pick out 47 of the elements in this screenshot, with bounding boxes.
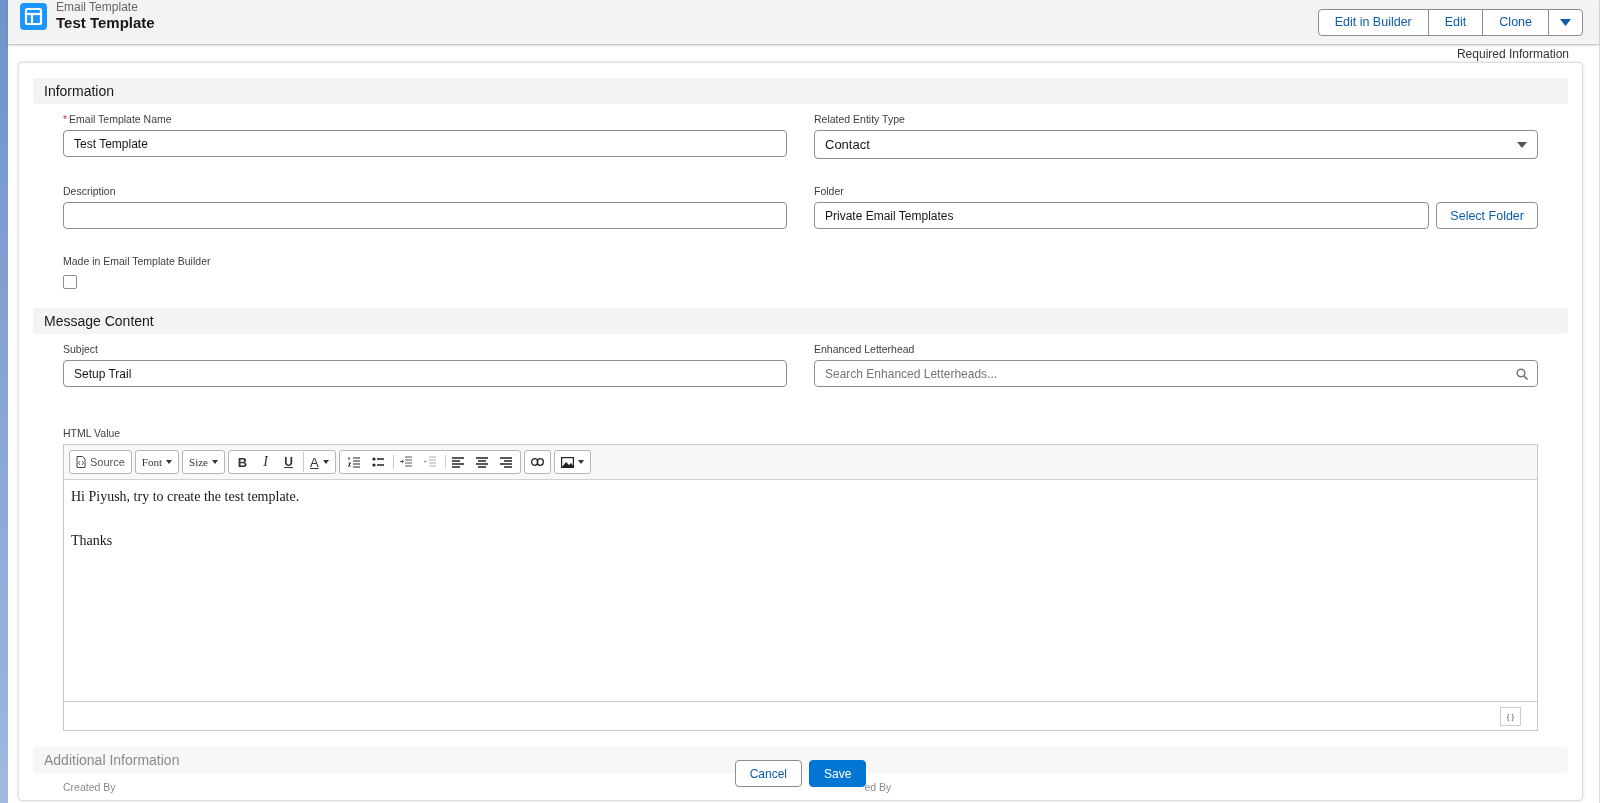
italic-button[interactable]: I <box>254 452 277 472</box>
select-folder-button[interactable]: Select Folder <box>1436 202 1538 229</box>
field-label: Made in Email Template Builder <box>63 255 212 267</box>
more-actions-button[interactable] <box>1548 8 1583 36</box>
caret-icon <box>166 460 173 464</box>
field-label: ed By <box>864 781 892 793</box>
input-field[interactable]: Private Email Templates <box>814 202 1430 229</box>
merge-field-button[interactable]: { } <box>1500 706 1521 726</box>
caret-icon <box>212 460 218 464</box>
search-icon <box>1516 368 1528 380</box>
section-header: Information <box>33 78 1568 104</box>
checkbox[interactable] <box>63 275 77 289</box>
caret-icon <box>577 460 584 464</box>
bold-button[interactable]: B <box>231 452 254 472</box>
body-text: Hi Piyush, try to create the test template. <box>71 488 301 506</box>
document-icon <box>76 456 86 468</box>
input-field[interactable] <box>63 202 787 229</box>
field-label: Subject <box>63 343 100 355</box>
field-label: Folder <box>814 185 845 197</box>
search-field[interactable]: Search Enhanced Letterheads... <box>814 360 1538 387</box>
link-icon <box>530 458 544 466</box>
record-title: Test Template <box>56 14 155 32</box>
field-label: * Email Template Name <box>63 113 173 125</box>
template-icon <box>20 3 47 30</box>
text-color-button[interactable]: A <box>303 452 333 472</box>
action-button[interactable]: Edit in Builder <box>1317 8 1429 36</box>
save-button[interactable]: Save <box>809 760 867 787</box>
action-button[interactable]: Edit <box>1427 8 1484 36</box>
field-label: HTML Value <box>63 427 122 439</box>
caret-icon <box>1560 19 1571 26</box>
caret-icon <box>322 460 329 464</box>
caret-icon <box>1517 141 1527 148</box>
section-header: Message Content <box>33 308 1568 334</box>
input-field[interactable]: Test Template <box>63 130 787 157</box>
field-label: Enhanced Letterhead <box>814 343 916 355</box>
input-field[interactable]: Setup Trail <box>63 360 787 387</box>
required-note: Required Information <box>1456 47 1569 61</box>
action-button[interactable]: Clone <box>1482 8 1549 36</box>
object-type: Email Template <box>56 1 139 14</box>
field-label: Description <box>63 185 117 197</box>
field-label: Related Entity Type <box>814 113 906 125</box>
underline-button[interactable]: U <box>277 452 300 472</box>
image-icon <box>560 456 574 468</box>
body-text: Thanks <box>71 532 114 550</box>
rich-text-editor[interactable]: Source Font Size B I U A Hi Piyush, try to create the test template. Thanks { } <box>63 444 1538 731</box>
field-label: Created By <box>63 781 116 793</box>
select-field[interactable]: Contact <box>814 130 1538 159</box>
